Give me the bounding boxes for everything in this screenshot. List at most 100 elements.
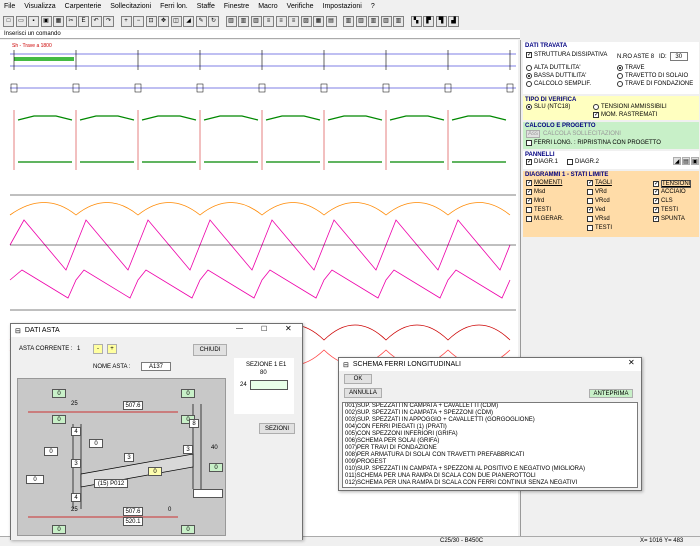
field-top-right[interactable]: 0 — [181, 389, 195, 398]
zoom-out-icon[interactable]: − — [133, 15, 144, 27]
ferri-long-checkbox[interactable]: FERRI LONG. : RIPRISTINA CON PROGETTO — [526, 140, 661, 146]
new-icon[interactable]: □ — [3, 15, 14, 27]
m-gerar-checkbox[interactable]: M.GERAR. — [526, 216, 564, 222]
reinforce4-icon[interactable]: ▥ — [380, 15, 392, 27]
pan-icon[interactable]: ✥ — [158, 15, 169, 27]
calcolo-semplif-radio[interactable]: CALCOLO SEMPLIF. — [526, 81, 591, 87]
reinforce3-icon[interactable]: ▥ — [368, 15, 379, 27]
testi3-checkbox[interactable]: ✓ TESTI — [653, 207, 678, 213]
menu-item-4[interactable]: Ferri lon. — [160, 3, 188, 10]
maximize-icon[interactable]: ☐ — [261, 325, 267, 333]
ok-button[interactable]: OK — [344, 374, 372, 384]
schema-list-item[interactable]: 011)SCHEMA PER UNA RAMPA DI SCALA CON DU… — [343, 473, 637, 480]
cut-icon[interactable]: ✂ — [65, 15, 77, 27]
node-4-bottom[interactable]: 4 — [71, 493, 81, 502]
exe-icon[interactable]: E — [78, 15, 89, 27]
ass-button[interactable]: Ass — [526, 130, 540, 138]
node-4-top[interactable]: 4 — [71, 427, 81, 436]
mrd-checkbox[interactable]: ✓ Mrd — [526, 198, 544, 204]
id-field[interactable]: 30 — [669, 52, 688, 61]
tagli-checkbox[interactable]: ✓ TAGLI — [587, 180, 612, 186]
diagr1-checkbox[interactable]: ✓ DIAGR.1 — [526, 159, 558, 165]
draw-icon[interactable]: ✎ — [195, 15, 207, 27]
menu-item-5[interactable]: Staffe — [197, 3, 215, 10]
slu-radio[interactable]: SLU (NTC18) — [526, 104, 570, 110]
cls-checkbox[interactable]: ✓ CLS — [653, 198, 673, 204]
regen-icon[interactable]: ↻ — [208, 15, 219, 27]
print-icon[interactable]: ▦ — [53, 15, 64, 27]
beam3-icon[interactable]: ≡ — [288, 15, 299, 27]
field-bottom-left[interactable]: 0 — [52, 525, 66, 534]
schema-list-item[interactable]: 006)SCHEMA PER SOLAI (GRIFA) — [343, 438, 637, 445]
node-3-mid[interactable]: 3 — [124, 453, 134, 462]
zoom-window-icon[interactable]: ⊡ — [145, 15, 157, 27]
len-bottom-field[interactable]: 507.6 — [123, 507, 143, 516]
ved-checkbox[interactable]: ✓ Ved — [587, 207, 605, 213]
zoom-all-icon[interactable]: ◫ — [170, 15, 182, 27]
frame2-icon[interactable]: ▥ — [238, 15, 249, 27]
section-icon[interactable]: ▨ — [300, 15, 312, 27]
schema-list-item[interactable]: 010)SUP. SPEZZATI IN CAMPATA + SPEZZONI … — [343, 466, 637, 473]
mom-rastremati-checkbox[interactable]: ✓ MOM. RASTREMATI — [593, 112, 657, 118]
command-prompt[interactable]: Inserisci un comando — [0, 30, 520, 39]
schema-list-item[interactable]: 007)PER TRAVI DI FONDAZIONE — [343, 445, 637, 452]
schema-list-item[interactable]: 008)PER ARMATURA DI SOLAI CON TRAVETTI P… — [343, 452, 637, 459]
vrsd-checkbox[interactable]: VRsd — [587, 216, 610, 222]
node-3-right[interactable]: 3 — [183, 445, 193, 454]
node-3-left[interactable]: 3 — [71, 459, 81, 468]
acciaio-checkbox[interactable]: ✓ ACCIAIO — [653, 189, 686, 195]
vrd-checkbox[interactable]: VRd — [587, 189, 607, 195]
save-as-icon[interactable]: ▣ — [40, 15, 52, 27]
chart4-icon[interactable]: ▟ — [448, 15, 459, 27]
field-mid-left[interactable]: 0 — [89, 439, 103, 448]
sezione-field[interactable] — [250, 380, 288, 390]
section-field[interactable]: (15) P012 — [94, 479, 128, 488]
menu-item-1[interactable]: Visualizza — [24, 3, 55, 10]
close-icon[interactable]: ✕ — [285, 324, 292, 333]
field-top-left[interactable]: 0 — [52, 389, 66, 398]
zoom-in-icon[interactable]: + — [120, 15, 132, 27]
beam2-icon[interactable]: ≡ — [275, 15, 287, 27]
menu-item-6[interactable]: Finestre — [224, 3, 249, 10]
alta-duttilita-radio[interactable]: ALTA DUTTILITA' — [526, 65, 581, 71]
close-icon[interactable]: ✕ — [628, 358, 635, 367]
schema-list-item[interactable]: 001)SUP. SPEZZATI IN CAMPATA + CAVALLETT… — [343, 403, 637, 410]
chart3-icon[interactable]: ▜ — [435, 15, 447, 27]
tensioni-checkbox[interactable]: ✓ TENSIONI — [653, 180, 692, 188]
schema-list[interactable]: 001)SUP. SPEZZATI IN CAMPATA + CAVALLETT… — [342, 402, 638, 488]
table-icon[interactable]: ▤ — [325, 15, 337, 27]
travetto-radio[interactable]: TRAVETTO DI SOLAIO — [617, 73, 688, 79]
field-mid-right[interactable]: 0 — [148, 467, 162, 476]
vrcd-checkbox[interactable]: VRcd — [587, 198, 610, 204]
diagr2-checkbox[interactable]: DIAGR.2 — [567, 159, 599, 165]
redo-icon[interactable]: ↷ — [103, 15, 114, 27]
momenti-checkbox[interactable]: ✓ MOMENTI — [526, 180, 562, 186]
erase-icon[interactable]: ◢ — [673, 157, 681, 165]
field-left-3[interactable]: 0 — [44, 447, 58, 456]
chart2-icon[interactable]: ▛ — [423, 15, 434, 27]
menu-item-7[interactable]: Macro — [258, 3, 277, 10]
schema-list-item[interactable]: 004)CON FERRI PIEGATI (1) (PRATI) — [343, 424, 637, 431]
minimize-icon[interactable]: — — [236, 325, 243, 332]
schema-list-item[interactable]: 005)CON SPEZZONI INFERIORI (GRIFA) — [343, 431, 637, 438]
frame1-icon[interactable]: ▥ — [225, 15, 237, 27]
trave-fondazione-radio[interactable]: TRAVE DI FONDAZIONE — [617, 81, 693, 87]
menu-item-9[interactable]: Impostazioni — [323, 3, 362, 10]
menu-item-10[interactable]: ? — [371, 3, 375, 10]
trave-radio[interactable]: TRAVE — [617, 65, 645, 71]
calcola-sollecitazioni-label[interactable]: CALCOLA SOLLECITAZIONI — [543, 131, 621, 137]
menu-item-8[interactable]: Verifiche — [287, 3, 314, 10]
undo-icon[interactable]: ↶ — [90, 15, 102, 27]
schema-list-item[interactable]: 012)SCHEMA PER UNA RAMPA DI SCALA CON FE… — [343, 480, 637, 487]
frame3-icon[interactable]: ▥ — [250, 15, 262, 27]
len-top-field[interactable]: 507.6 — [123, 401, 143, 410]
schema-list-item[interactable]: 009)PROGEST — [343, 459, 637, 466]
chart1-icon[interactable]: ▚ — [410, 15, 422, 27]
open-icon[interactable]: ▭ — [15, 15, 27, 27]
field-right-3[interactable]: 0 — [209, 463, 223, 472]
settings-icon[interactable]: ▣ — [691, 157, 699, 165]
testi1-checkbox[interactable]: TESTI — [526, 207, 551, 213]
beam-icon[interactable]: ≡ — [263, 15, 274, 27]
field-right-box[interactable] — [193, 489, 223, 498]
reinforce2-icon[interactable]: ▥ — [355, 15, 367, 27]
